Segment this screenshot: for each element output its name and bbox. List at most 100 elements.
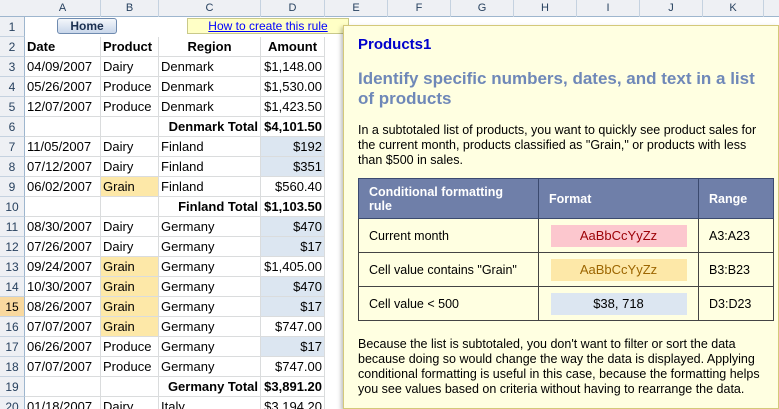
region-cell[interactable]: Denmark — [159, 77, 261, 97]
row-header-6[interactable]: 6 — [0, 117, 25, 137]
column-header-j[interactable]: J — [640, 0, 703, 17]
row-header-4[interactable]: 4 — [0, 77, 25, 97]
product-cell[interactable]: Grain — [101, 297, 159, 317]
date-cell[interactable]: 12/07/2007 — [25, 97, 101, 117]
region-cell[interactable]: Germany — [159, 357, 261, 377]
product-cell[interactable] — [101, 197, 159, 217]
region-cell[interactable]: Germany — [159, 277, 261, 297]
date-cell[interactable]: 11/05/2007 — [25, 137, 101, 157]
product-cell[interactable]: Grain — [101, 277, 159, 297]
row-header-14[interactable]: 14 — [0, 277, 25, 297]
product-cell[interactable]: Dairy — [101, 217, 159, 237]
column-header-f[interactable]: F — [388, 0, 451, 17]
product-cell[interactable]: Grain — [101, 257, 159, 277]
subtotal-label[interactable]: Germany Total — [159, 377, 261, 397]
row-header-2[interactable]: 2 — [0, 37, 25, 57]
date-cell[interactable]: 06/26/2007 — [25, 337, 101, 357]
region-cell[interactable]: Finland — [159, 157, 261, 177]
row-header-16[interactable]: 16 — [0, 317, 25, 337]
row-header-1[interactable]: 1 — [0, 17, 25, 37]
amount-cell[interactable]: $747.00 — [261, 317, 325, 337]
header-amount[interactable]: Amount — [261, 37, 325, 57]
date-cell[interactable] — [25, 117, 101, 137]
region-cell[interactable]: Germany — [159, 337, 261, 357]
row-header-12[interactable]: 12 — [0, 237, 25, 257]
subtotal-amount[interactable]: $4,101.50 — [261, 117, 325, 137]
date-cell[interactable]: 09/24/2007 — [25, 257, 101, 277]
region-cell[interactable]: Germany — [159, 297, 261, 317]
amount-cell[interactable]: $3,194.20 — [261, 397, 325, 409]
region-cell[interactable]: Finland — [159, 177, 261, 197]
product-cell[interactable]: Produce — [101, 357, 159, 377]
amount-cell[interactable]: $351 — [261, 157, 325, 177]
row-header-10[interactable]: 10 — [0, 197, 25, 217]
date-cell[interactable]: 07/07/2007 — [25, 357, 101, 377]
row-header-19[interactable]: 19 — [0, 377, 25, 397]
subtotal-amount[interactable]: $3,891.20 — [261, 377, 325, 397]
date-cell[interactable]: 05/26/2007 — [25, 77, 101, 97]
amount-cell[interactable]: $747.00 — [261, 357, 325, 377]
amount-cell[interactable]: $1,148.00 — [261, 57, 325, 77]
row-header-11[interactable]: 11 — [0, 217, 25, 237]
region-cell[interactable]: Germany — [159, 237, 261, 257]
column-header-c[interactable]: C — [159, 0, 261, 17]
column-header-a[interactable]: A — [25, 0, 101, 17]
amount-cell[interactable]: $17 — [261, 337, 325, 357]
column-header-k[interactable]: K — [703, 0, 764, 17]
row-header-20[interactable]: 20 — [0, 397, 25, 409]
region-cell[interactable]: Italy — [159, 397, 261, 409]
date-cell[interactable]: 08/26/2007 — [25, 297, 101, 317]
amount-cell[interactable]: $470 — [261, 217, 325, 237]
row-header-3[interactable]: 3 — [0, 57, 25, 77]
date-cell[interactable]: 07/26/2007 — [25, 237, 101, 257]
column-header-b[interactable]: B — [101, 0, 159, 17]
amount-cell[interactable]: $1,405.00 — [261, 257, 325, 277]
region-cell[interactable]: Finland — [159, 137, 261, 157]
product-cell[interactable]: Dairy — [101, 397, 159, 409]
product-cell[interactable]: Produce — [101, 337, 159, 357]
subtotal-label[interactable]: Denmark Total — [159, 117, 261, 137]
row-header-18[interactable]: 18 — [0, 357, 25, 377]
amount-cell[interactable]: $17 — [261, 297, 325, 317]
date-cell[interactable] — [25, 377, 101, 397]
column-header-g[interactable]: G — [451, 0, 514, 17]
home-button[interactable]: Home — [57, 18, 117, 34]
product-cell[interactable] — [101, 117, 159, 137]
date-cell[interactable]: 08/30/2007 — [25, 217, 101, 237]
date-cell[interactable]: 06/02/2007 — [25, 177, 101, 197]
row-header-5[interactable]: 5 — [0, 97, 25, 117]
date-cell[interactable]: 04/09/2007 — [25, 57, 101, 77]
amount-cell[interactable]: $470 — [261, 277, 325, 297]
product-cell[interactable] — [101, 377, 159, 397]
row-header-8[interactable]: 8 — [0, 157, 25, 177]
region-cell[interactable]: Denmark — [159, 57, 261, 77]
header-region[interactable]: Region — [159, 37, 261, 57]
header-product[interactable]: Product — [101, 37, 159, 57]
date-cell[interactable] — [25, 197, 101, 217]
row-header-9[interactable]: 9 — [0, 177, 25, 197]
product-cell[interactable]: Produce — [101, 77, 159, 97]
how-to-create-rule-link[interactable]: How to create this rule — [187, 18, 349, 34]
subtotal-amount[interactable]: $1,103.50 — [261, 197, 325, 217]
region-cell[interactable]: Germany — [159, 257, 261, 277]
amount-cell[interactable]: $1,423.50 — [261, 97, 325, 117]
region-cell[interactable]: Germany — [159, 317, 261, 337]
product-cell[interactable]: Dairy — [101, 237, 159, 257]
date-cell[interactable]: 07/07/2007 — [25, 317, 101, 337]
region-cell[interactable]: Denmark — [159, 97, 261, 117]
row-header-13[interactable]: 13 — [0, 257, 25, 277]
product-cell[interactable]: Dairy — [101, 57, 159, 77]
product-cell[interactable]: Dairy — [101, 137, 159, 157]
column-header-d[interactable]: D — [261, 0, 325, 17]
column-header-i[interactable]: I — [577, 0, 640, 17]
date-cell[interactable]: 07/12/2007 — [25, 157, 101, 177]
amount-cell[interactable]: $192 — [261, 137, 325, 157]
amount-cell[interactable]: $1,530.00 — [261, 77, 325, 97]
amount-cell[interactable]: $560.40 — [261, 177, 325, 197]
product-cell[interactable]: Grain — [101, 177, 159, 197]
header-date[interactable]: Date — [25, 37, 101, 57]
row-header-17[interactable]: 17 — [0, 337, 25, 357]
amount-cell[interactable]: $17 — [261, 237, 325, 257]
product-cell[interactable]: Grain — [101, 317, 159, 337]
product-cell[interactable]: Produce — [101, 97, 159, 117]
